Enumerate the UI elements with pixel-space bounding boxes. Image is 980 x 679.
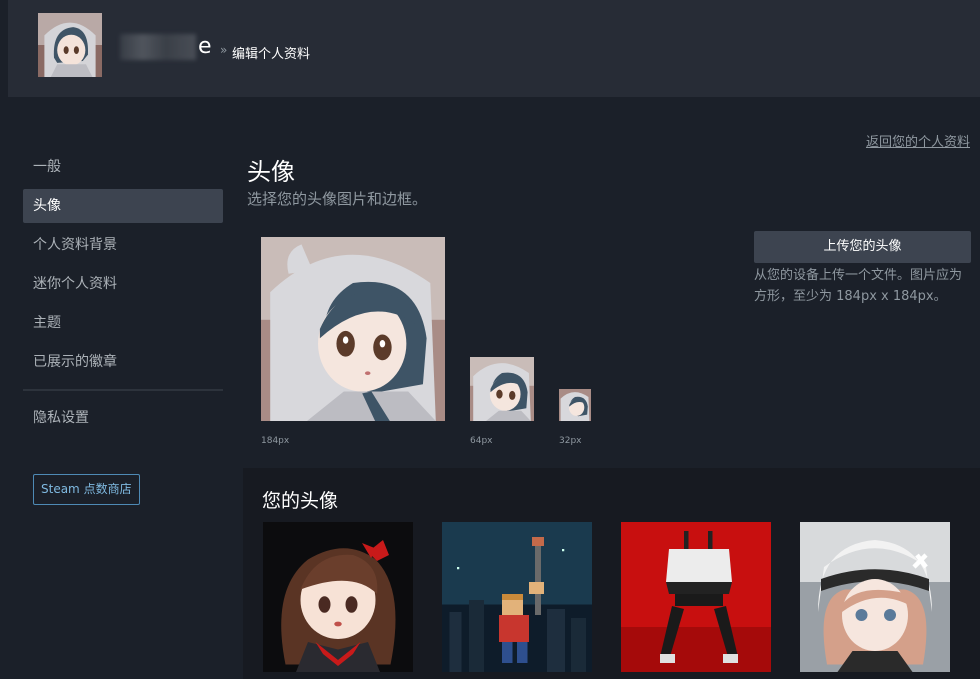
anime-girl-white-hood-avatar-icon (800, 522, 950, 672)
size-label-32: 32px (559, 436, 582, 446)
anime-girl-hood-avatar-icon (559, 389, 591, 421)
avatar-tile[interactable] (800, 522, 950, 672)
profile-header (8, 0, 980, 97)
sidebar-item-featured-badge[interactable]: 已展示的徽章 (23, 345, 223, 379)
section-title: 头像 (247, 158, 295, 186)
sidebar-item-profile-background[interactable]: 个人资料背景 (23, 228, 223, 262)
your-avatars-title: 您的头像 (262, 490, 339, 512)
anime-girl-red-bow-avatar-icon (263, 522, 413, 672)
username-redacted (120, 34, 196, 60)
avatar-tile[interactable] (263, 522, 413, 672)
profile-avatar[interactable] (38, 13, 102, 77)
sidebar-divider (23, 389, 223, 391)
avatar-preview-32 (559, 389, 591, 421)
sidebar-item-general[interactable]: 一般 (23, 150, 223, 184)
sidebar-item-mini-profile[interactable]: 迷你个人资料 (23, 267, 223, 301)
breadcrumb-separator: » (220, 43, 228, 57)
avatar-tile[interactable] (621, 522, 771, 672)
points-shop-button[interactable]: Steam 点数商店 (33, 474, 140, 505)
pixel-soldier-avatar-icon (442, 522, 592, 672)
size-label-184: 184px (261, 436, 290, 446)
anime-girl-hood-avatar-icon (261, 237, 445, 421)
mech-robot-red-avatar-icon (621, 522, 771, 672)
back-to-profile-link[interactable]: 返回您的个人资料 (866, 131, 970, 150)
size-label-64: 64px (470, 436, 493, 446)
avatar-preview-184 (261, 237, 445, 421)
avatar-preview-64 (470, 357, 534, 421)
sidebar-item-privacy[interactable]: 隐私设置 (23, 401, 223, 435)
username-tail: e (198, 34, 212, 59)
breadcrumb: 编辑个人资料 (232, 47, 311, 62)
upload-description: 从您的设备上传一个文件。图片应为方形，至少为 184px x 184px。 (754, 268, 963, 304)
avatar-tile[interactable] (442, 522, 592, 672)
sidebar-item-avatar[interactable]: 头像 (23, 189, 223, 223)
anime-girl-hood-avatar-icon (38, 13, 102, 77)
upload-avatar-button[interactable]: 上传您的头像 (754, 231, 971, 263)
section-subtitle: 选择您的头像图片和边框。 (247, 190, 428, 208)
anime-girl-hood-avatar-icon (470, 357, 534, 421)
your-avatars-panel: 您的头像 (243, 468, 980, 679)
sidebar-item-theme[interactable]: 主题 (23, 306, 223, 340)
